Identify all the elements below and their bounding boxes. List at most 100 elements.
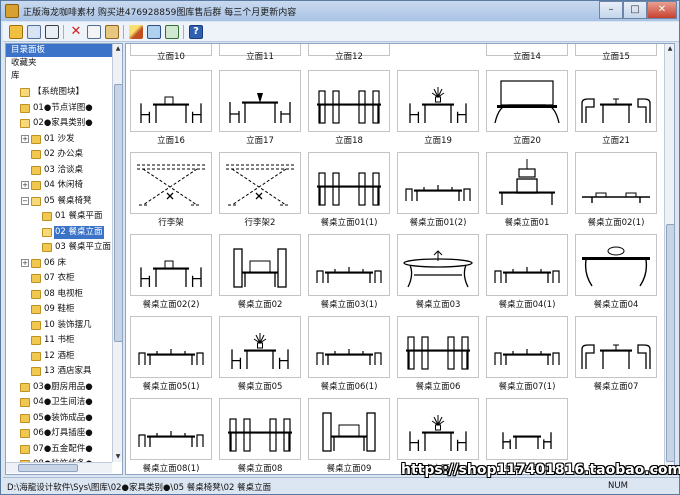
thumbnail-dining-set-console[interactable] [575,234,657,296]
sidebar-horizontal-scrollbar[interactable] [6,462,112,473]
help-icon[interactable]: ? [189,25,203,39]
tree-item-label: 09 鞋柜 [44,304,75,314]
sidebar-scroll-thumb[interactable] [114,84,122,342]
move-icon[interactable] [147,25,161,39]
thumbnail-dining-set-small[interactable] [486,398,568,460]
grid-vertical-scrollbar[interactable]: ▲ ▼ [664,44,674,474]
export-icon[interactable] [165,25,179,39]
sidebar-favorites[interactable]: 收藏夹 [6,57,114,70]
grid-scroll-thumb[interactable] [666,224,674,462]
tree-item[interactable]: 13 酒店家具 [6,365,114,378]
thumbnail-dining-set-low[interactable] [308,234,390,296]
tree-item[interactable]: 03 餐桌平立面 [6,241,114,254]
tree-item[interactable]: 04●卫生间洁● [6,396,114,409]
sidebar-hscroll-thumb[interactable] [18,464,78,472]
tree-item[interactable]: 05●装饰成品● [6,412,114,425]
tree-item[interactable]: 10 装饰摆几 [6,319,114,332]
thumbnail-luggage-rack[interactable] [130,152,212,214]
thumbnail-dining-set-plant[interactable] [219,316,301,378]
tree-item[interactable]: 02 餐桌立面 [6,225,114,239]
sidebar-catalog-panel[interactable]: 目录面板 [6,44,112,57]
thumbnail-dining-set-low[interactable] [486,316,568,378]
edit-icon[interactable] [129,25,143,39]
tree-item[interactable]: 03 洽谈桌 [6,164,114,177]
title-bar[interactable]: 正版海龙咖啡素材 购买进476928859图库售后群 每三个月更新内容 – □ … [1,1,679,21]
thumbnail-dining-set-two-chairs[interactable] [130,70,212,132]
sidebar-library[interactable]: 库 [6,70,114,83]
maximize-button[interactable]: □ [623,1,647,19]
scroll-up-icon[interactable]: ▲ [113,44,122,54]
thumbnail-dining-set-four[interactable] [308,70,390,132]
expand-icon[interactable]: + [21,258,29,267]
tree-item[interactable]: +06 床 [6,257,114,270]
thumbnail-dining-set-curved[interactable] [486,70,568,132]
toolbar-separator [183,25,184,39]
thumbnail-caption: 立面17 [246,136,274,146]
sidebar-item-label: 库 [11,71,20,81]
tree-item[interactable]: − 05 餐桌椅凳 [6,195,114,208]
sidebar-vertical-scrollbar[interactable]: ▲ ▼ [112,44,122,462]
copy-icon[interactable] [87,25,101,39]
folder-up-icon[interactable] [27,25,41,39]
thumbnail-dining-set-plant[interactable] [397,70,479,132]
thumbnail-dining-set-lamp[interactable] [486,152,568,214]
close-button[interactable]: ✕ [647,1,677,19]
tree-item[interactable]: 08 电视柜 [6,288,114,301]
thumbnail-dining-set-low[interactable] [308,316,390,378]
tree-item[interactable]: 07●五金配件● [6,443,114,456]
sidebar-tree[interactable]: 目录面板 收藏夹 库 【系统图块】 01●节点详图● 02●家具类别● +01 沙发 0… [5,43,123,475]
delete-icon[interactable]: ✕ [69,25,83,39]
tree-item[interactable]: 01●节点详图● [6,102,114,115]
thumbnail-dining-set-low[interactable] [130,316,212,378]
tree-item[interactable]: 09 鞋柜 [6,303,114,316]
thumbnail-dining-set-low[interactable] [130,398,212,460]
properties-icon[interactable] [45,25,59,39]
thumbnail-dining-set-flat[interactable] [575,152,657,214]
tree-item[interactable]: +04 休闲椅 [6,179,114,192]
tree-item[interactable]: 02●家具类别● [6,117,114,130]
thumbnail-dining-set-low[interactable] [397,152,479,214]
collapse-icon[interactable]: − [21,196,29,205]
tree-item[interactable]: +01 沙发 [6,133,114,146]
folder-icon [42,212,52,221]
thumbnail-dining-set-tall[interactable] [219,234,301,296]
thumbnail-dining-set-four[interactable] [397,316,479,378]
scroll-up-icon[interactable]: ▲ [665,44,674,54]
folder-icon [31,367,41,376]
status-path: D:\海龍设计软件\Sys\图库\02●家具类别●\05 餐桌椅凳\02 餐桌立… [7,483,272,493]
tree-item[interactable]: 【系统图块】 [6,86,114,99]
thumbnail-dining-set-four[interactable] [219,398,301,460]
tree-item[interactable]: 12 酒柜 [6,350,114,363]
tree-item[interactable]: 03●厨房用品● [6,381,114,394]
open-folder-icon[interactable] [9,25,23,39]
thumbnail-dining-set-tall[interactable] [308,398,390,460]
tree-item-label: 01 沙发 [44,133,75,144]
thumbnail-dining-set-armchairs[interactable] [575,70,657,132]
thumbnail-caption: 立面19 [424,136,452,146]
thumbnail-dining-set-four[interactable] [308,152,390,214]
thumbnail-dining-set-two-chairs[interactable] [130,234,212,296]
sidebar-item-label: 目录面板 [11,45,46,55]
folder-icon [20,88,30,97]
scroll-down-icon[interactable]: ▼ [113,452,122,462]
thumbnail-luggage-rack[interactable] [219,152,301,214]
expand-icon[interactable]: + [21,181,29,189]
thumbnail-grid[interactable]: 立面10 立面11 立面12 立面14 立面15 立面16 立面17 立面18 立面19 立面20… [125,43,675,475]
thumbnail-dining-set-vase[interactable] [219,70,301,132]
tree-item[interactable]: 02 办公桌 [6,148,114,161]
tree-item-label: 02 餐桌立面 [54,225,104,239]
folder-icon [31,305,41,314]
minimize-button[interactable]: – [599,1,623,19]
thumbnail-dining-set-plant[interactable] [397,398,479,460]
tree-item[interactable]: 07 衣柜 [6,272,114,285]
tree-item[interactable]: 01 餐桌平面 [6,210,114,223]
folder-icon [20,429,30,438]
expand-icon[interactable]: + [21,134,29,143]
thumbnail-dining-set-armchairs[interactable] [575,316,657,378]
tree-item[interactable]: 06●灯具插座● [6,427,114,440]
folder-icon [31,165,41,175]
thumbnail-dining-set-low[interactable] [486,234,568,296]
tree-item[interactable]: 11 书柜 [6,334,114,347]
thumbnail-dining-set-ornate[interactable] [397,234,479,296]
paste-icon[interactable] [105,25,119,39]
